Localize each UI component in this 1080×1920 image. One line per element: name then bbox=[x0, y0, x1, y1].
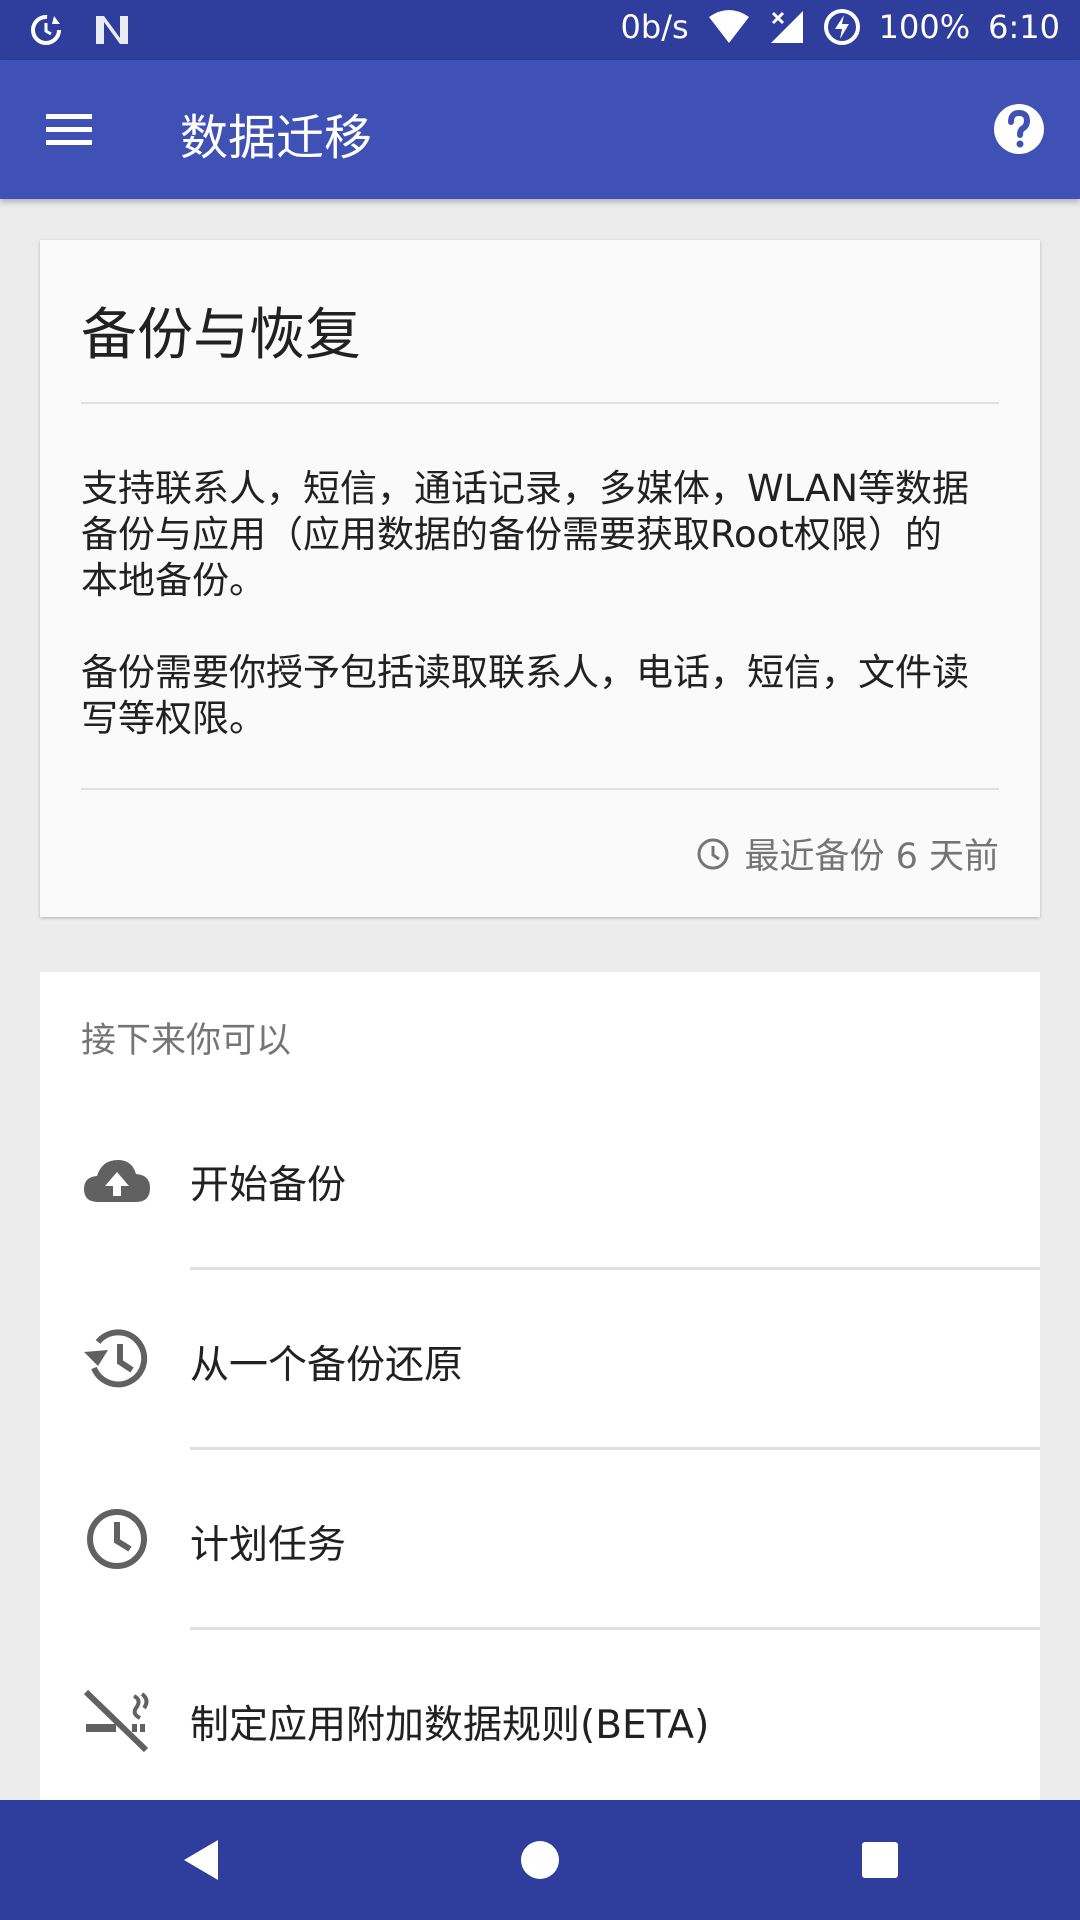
recents-square-icon bbox=[862, 1842, 898, 1878]
description-paragraph-1: 支持联系人，短信，通话记录，多媒体，WLAN等数据备份与应用（应用数据的备份需要… bbox=[81, 467, 970, 602]
last-backup-info: 最近备份 6 天前 bbox=[696, 828, 999, 879]
action-label: 计划任务 bbox=[190, 1523, 347, 1568]
history-icon bbox=[80, 1322, 154, 1396]
clock-icon bbox=[80, 1502, 154, 1576]
home-button[interactable] bbox=[510, 1830, 570, 1890]
help-icon bbox=[994, 104, 1044, 154]
last-backup-text: 最近备份 6 天前 bbox=[744, 837, 999, 877]
wifi-icon bbox=[707, 9, 751, 45]
back-triangle-icon bbox=[184, 1840, 218, 1880]
clock-small-icon bbox=[697, 838, 729, 869]
recents-button[interactable] bbox=[850, 1830, 910, 1890]
card-title: 备份与恢复 bbox=[81, 303, 361, 368]
card-description: 支持联系人，短信，通话记录，多媒体，WLAN等数据备份与应用（应用数据的备份需要… bbox=[81, 466, 970, 604]
net-speed: 0b/s bbox=[620, 8, 689, 46]
action-label: 开始备份 bbox=[190, 1163, 347, 1208]
restore-from-backup-item[interactable]: 从一个备份还原 bbox=[40, 1270, 1040, 1450]
card-divider-top bbox=[81, 402, 999, 404]
card-divider-bottom bbox=[81, 788, 999, 790]
cell-signal-icon bbox=[769, 9, 805, 45]
card-permissions-note: 备份需要你授予包括读取联系人，电话，短信，文件读写等权限。 bbox=[81, 650, 970, 742]
backup-restore-card: 备份与恢复 支持联系人，短信，通话记录，多媒体，WLAN等数据备份与应用（应用数… bbox=[40, 240, 1040, 917]
hamburger-menu-icon bbox=[46, 114, 92, 145]
n-logo-icon bbox=[92, 10, 132, 50]
back-button[interactable] bbox=[170, 1830, 230, 1890]
help-button[interactable] bbox=[992, 102, 1046, 156]
actions-card: 接下来你可以 开始备份 从一个备份还原 计划任务 制定应用附加数据规则(BETA… bbox=[40, 972, 1040, 1802]
description-paragraph-2: 备份需要你授予包括读取联系人，电话，短信，文件读写等权限。 bbox=[81, 651, 969, 740]
start-backup-item[interactable]: 开始备份 bbox=[40, 1090, 1040, 1270]
cloud-upload-icon bbox=[80, 1142, 154, 1216]
clock-time: 6:10 bbox=[988, 8, 1060, 46]
scheduled-tasks-item[interactable]: 计划任务 bbox=[40, 1450, 1040, 1630]
home-circle-icon bbox=[521, 1841, 559, 1879]
smoke-free-icon bbox=[80, 1682, 154, 1756]
app-bar: 数据迁移 bbox=[0, 60, 1080, 199]
battery-level: 100% bbox=[878, 8, 971, 46]
page-title: 数据迁移 bbox=[180, 110, 373, 166]
section-label: 接下来你可以 bbox=[81, 1021, 292, 1061]
navigation-bar bbox=[0, 1800, 1080, 1920]
status-bar: 0b/s 100% 6:10 bbox=[0, 0, 1080, 60]
app-extra-data-rules-item[interactable]: 制定应用附加数据规则(BETA) bbox=[40, 1630, 1040, 1810]
battery-charging-icon bbox=[823, 8, 861, 46]
menu-button[interactable] bbox=[40, 104, 100, 154]
sync-icon bbox=[26, 10, 66, 50]
action-label: 制定应用附加数据规则(BETA) bbox=[190, 1703, 710, 1748]
action-label: 从一个备份还原 bbox=[190, 1343, 464, 1388]
